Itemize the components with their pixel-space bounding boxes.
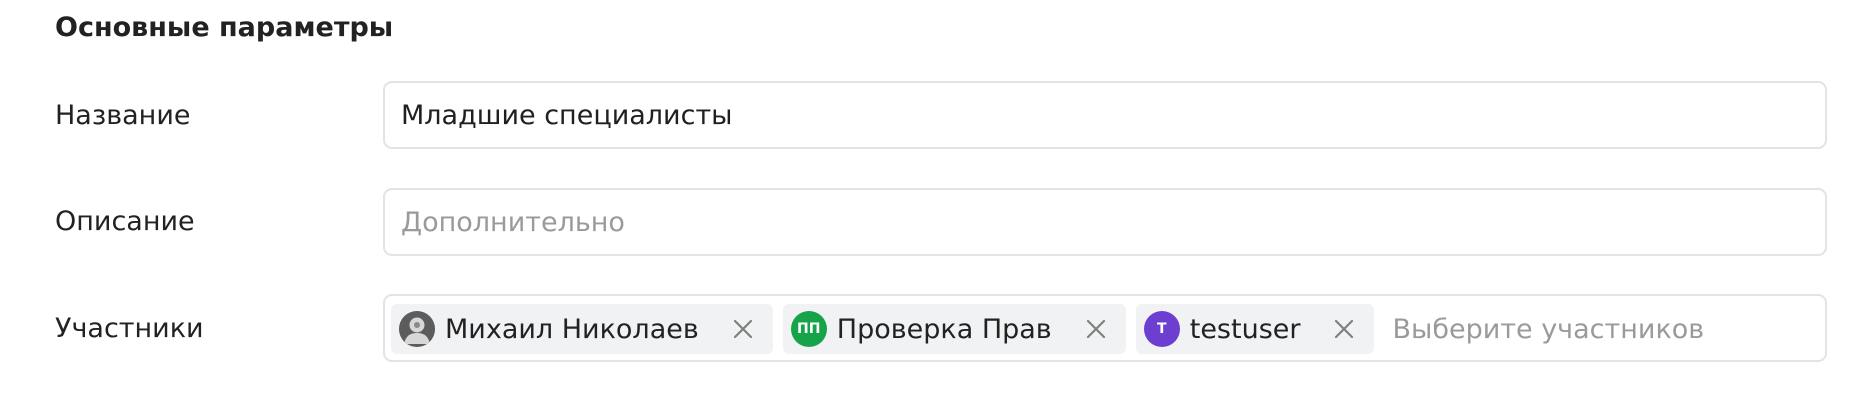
close-icon[interactable] [1080, 313, 1112, 345]
user-photo-avatar [399, 311, 435, 347]
close-icon[interactable] [727, 313, 759, 345]
member-chip-testuser: T testuser [1135, 304, 1375, 354]
description-field [383, 188, 1827, 256]
description-label: Описание [55, 206, 195, 237]
member-chip-label: Проверка Прав [836, 313, 1052, 345]
name-label: Название [55, 100, 191, 131]
user-photo-avatar-icon [399, 311, 435, 347]
description-input[interactable] [385, 190, 1825, 254]
name-input[interactable] [385, 83, 1825, 147]
members-search-input[interactable]: Выберите участников [1392, 314, 1704, 345]
member-chip-label: Михаил Николаев [445, 313, 699, 345]
member-chip-label: testuser [1189, 313, 1301, 345]
close-icon[interactable] [1328, 313, 1360, 345]
initials-avatar: ПП [790, 311, 827, 347]
members-field[interactable]: Михаил Николаев ПП Проверка Прав T testu… [383, 294, 1827, 362]
member-chips: Михаил Николаев ПП Проверка Прав T testu… [391, 304, 1815, 354]
member-chip-proverka-prav: ПП Проверка Прав [782, 304, 1126, 354]
section-title: Основные параметры [55, 12, 394, 43]
members-label: Участники [55, 313, 204, 344]
name-field [383, 81, 1827, 149]
initials-avatar: T [1143, 311, 1180, 347]
member-chip-mikhail-nikolaev: Михаил Николаев [391, 304, 773, 354]
